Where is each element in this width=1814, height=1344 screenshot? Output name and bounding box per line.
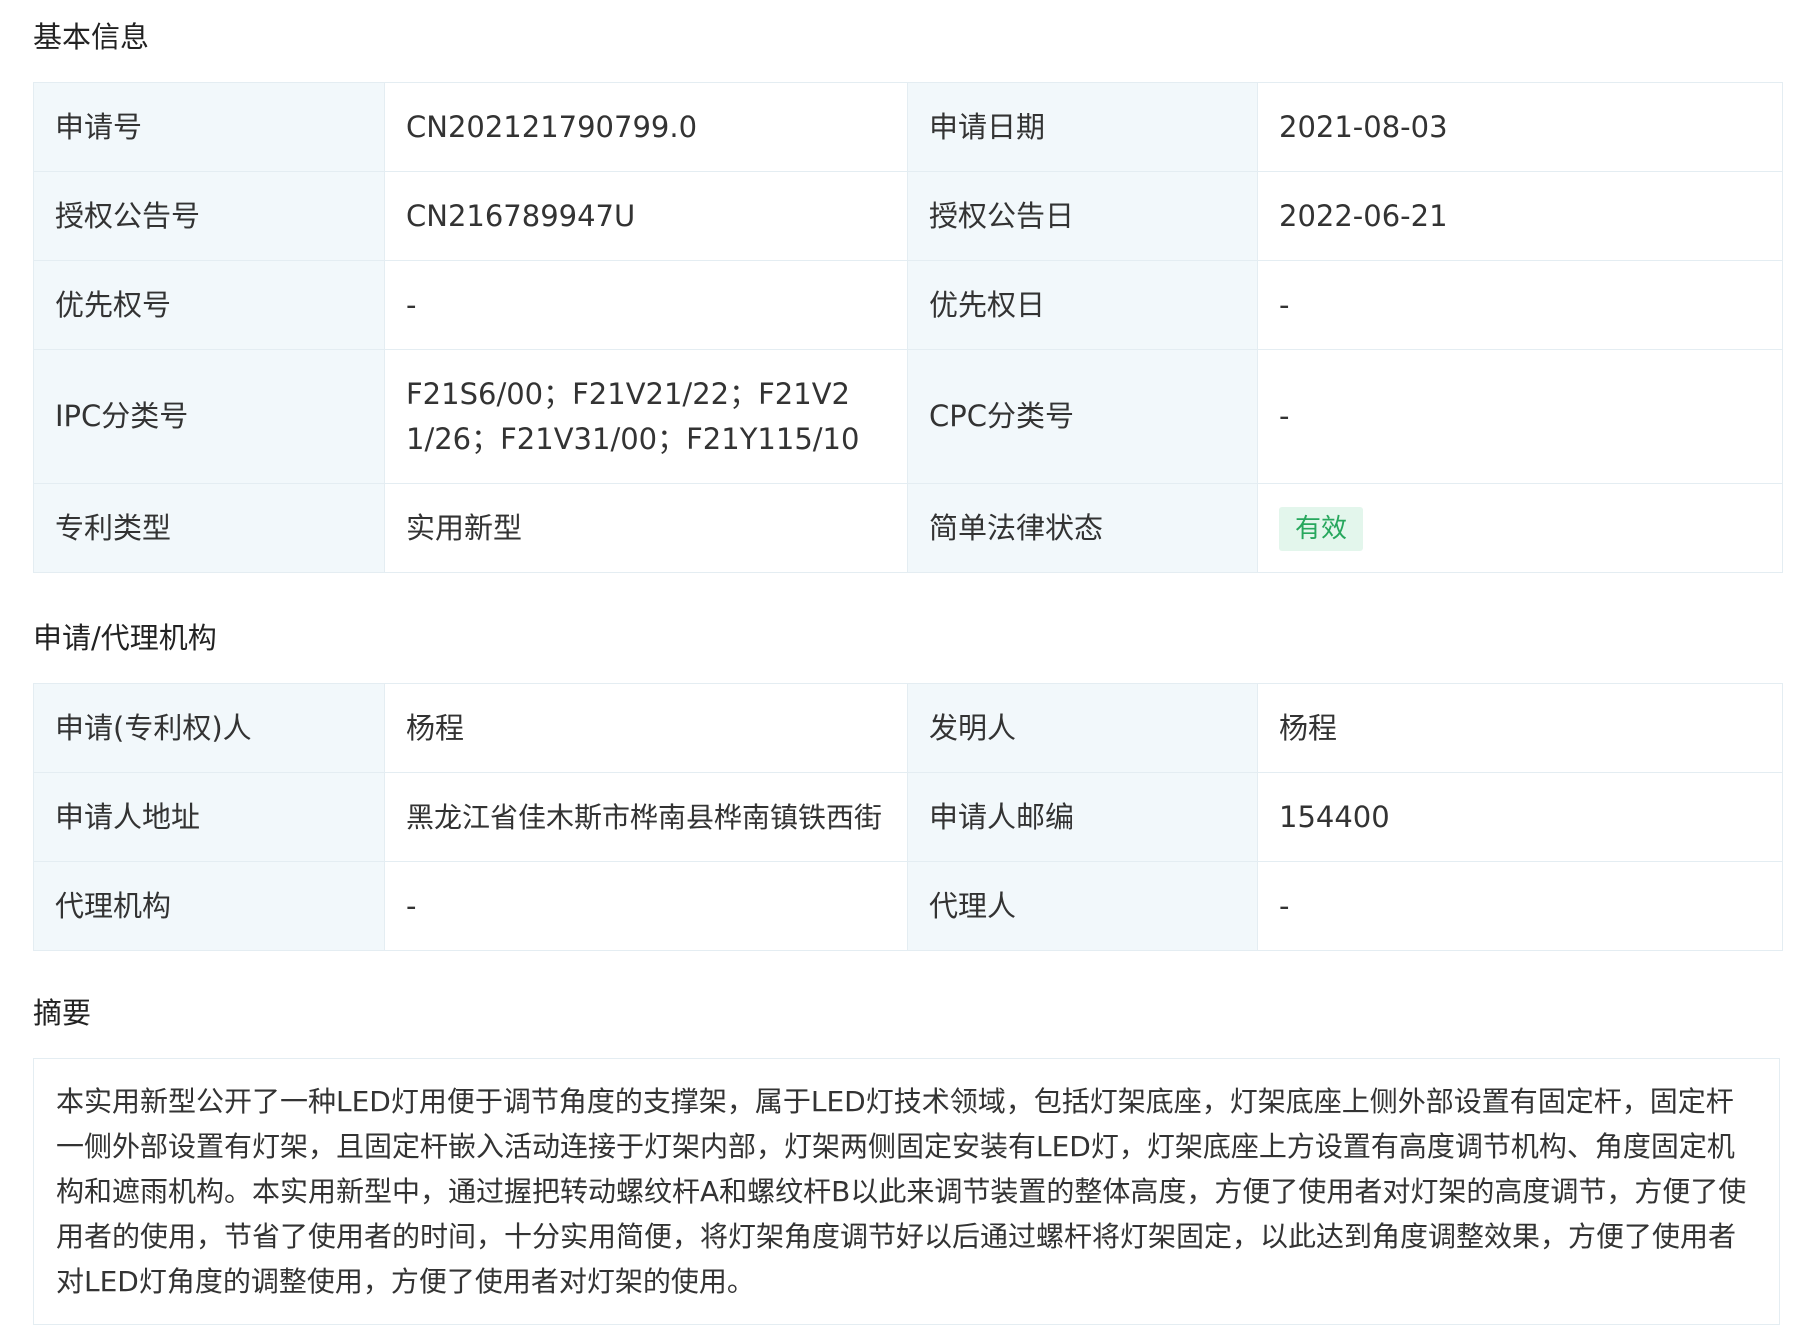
application-date-label: 申请日期 bbox=[907, 82, 1258, 172]
ipc-class-label: IPC分类号 bbox=[33, 349, 385, 484]
section-title-applicant: 申请/代理机构 bbox=[33, 621, 217, 655]
applicant-label: 申请(专利权)人 bbox=[33, 683, 385, 773]
ipc-class-value: F21S6/00；F21V21/22；F21V21/26；F21V31/00；F… bbox=[384, 349, 908, 484]
priority-date-label: 优先权日 bbox=[907, 260, 1258, 350]
basic-info-table: 申请号 CN202121790799.0 申请日期 2021-08-03 授权公… bbox=[33, 82, 1783, 573]
applicant-postcode-label: 申请人邮编 bbox=[907, 772, 1258, 862]
cpc-class-value: - bbox=[1257, 349, 1783, 484]
grant-date-label: 授权公告日 bbox=[907, 171, 1258, 261]
cpc-class-label: CPC分类号 bbox=[907, 349, 1258, 484]
grant-number-value: CN216789947U bbox=[384, 171, 908, 261]
abstract-box: 本实用新型公开了一种LED灯用便于调节角度的支撑架，属于LED灯技术领域，包括灯… bbox=[33, 1058, 1780, 1325]
abstract-text: 本实用新型公开了一种LED灯用便于调节角度的支撑架，属于LED灯技术领域，包括灯… bbox=[56, 1085, 1747, 1298]
application-number-label: 申请号 bbox=[33, 82, 385, 172]
applicant-info-table: 申请(专利权)人 杨程 发明人 杨程 申请人地址 黑龙江省佳木斯市桦南县桦南镇铁… bbox=[33, 683, 1783, 951]
table-row: 专利类型 实用新型 简单法律状态 有效 bbox=[33, 483, 1783, 573]
applicant-address-label: 申请人地址 bbox=[33, 772, 385, 862]
grant-number-label: 授权公告号 bbox=[33, 171, 385, 261]
table-row: 申请号 CN202121790799.0 申请日期 2021-08-03 bbox=[33, 82, 1783, 172]
patent-type-label: 专利类型 bbox=[33, 483, 385, 573]
agency-label: 代理机构 bbox=[33, 861, 385, 951]
status-badge: 有效 bbox=[1279, 507, 1364, 551]
grant-date-value: 2022-06-21 bbox=[1257, 171, 1783, 261]
applicant-address-value: 黑龙江省佳木斯市桦南县桦南镇铁西街 bbox=[384, 772, 908, 862]
application-date-value: 2021-08-03 bbox=[1257, 82, 1783, 172]
table-row: 申请(专利权)人 杨程 发明人 杨程 bbox=[33, 683, 1783, 773]
inventor-value: 杨程 bbox=[1257, 683, 1783, 773]
patent-type-value: 实用新型 bbox=[384, 483, 908, 573]
applicant-value: 杨程 bbox=[384, 683, 908, 773]
legal-status-cell: 有效 bbox=[1257, 483, 1783, 573]
priority-date-value: - bbox=[1257, 260, 1783, 350]
agency-value: - bbox=[384, 861, 908, 951]
legal-status-label: 简单法律状态 bbox=[907, 483, 1258, 573]
table-row: 优先权号 - 优先权日 - bbox=[33, 260, 1783, 350]
section-title-abstract: 摘要 bbox=[33, 996, 92, 1030]
application-number-value: CN202121790799.0 bbox=[384, 82, 908, 172]
table-row: 授权公告号 CN216789947U 授权公告日 2022-06-21 bbox=[33, 171, 1783, 261]
agent-label: 代理人 bbox=[907, 861, 1258, 951]
table-row: 申请人地址 黑龙江省佳木斯市桦南县桦南镇铁西街 申请人邮编 154400 bbox=[33, 772, 1783, 862]
agent-value: - bbox=[1257, 861, 1783, 951]
table-row: 代理机构 - 代理人 - bbox=[33, 861, 1783, 951]
applicant-postcode-value: 154400 bbox=[1257, 772, 1783, 862]
table-row: IPC分类号 F21S6/00；F21V21/22；F21V21/26；F21V… bbox=[33, 349, 1783, 484]
section-title-basic-info: 基本信息 bbox=[33, 20, 150, 54]
inventor-label: 发明人 bbox=[907, 683, 1258, 773]
priority-number-label: 优先权号 bbox=[33, 260, 385, 350]
priority-number-value: - bbox=[384, 260, 908, 350]
